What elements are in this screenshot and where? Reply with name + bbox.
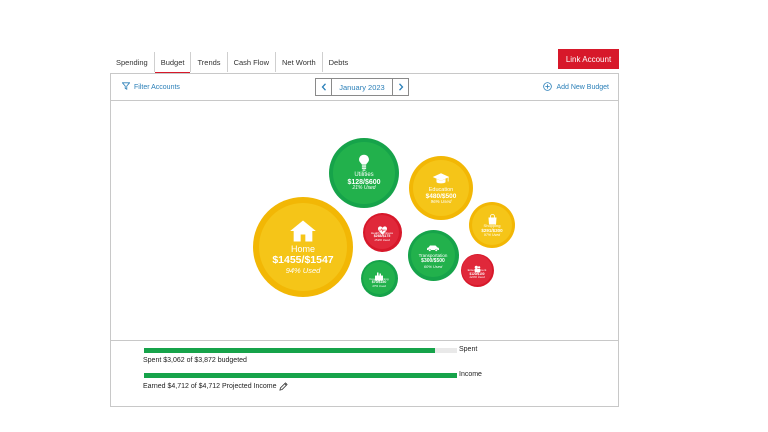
income-bar-label: Income: [459, 371, 482, 378]
income-progress-fill: [144, 373, 457, 378]
budget-bubble-inner: Entertainment $120/$100 120% Used: [462, 255, 492, 285]
spent-bar-label: Spent: [459, 346, 478, 353]
chevron-right-icon: [398, 78, 404, 96]
budget-bubble-shopping[interactable]: Shopping $291/$300 97% Used: [469, 202, 515, 248]
budget-percent-used: 153% Used: [374, 237, 390, 242]
budget-bubble-education[interactable]: Education $480/$500 96% Used: [409, 156, 473, 220]
budget-bubble-health-and-fitness[interactable]: Health & Fitness $268/$175 153% Used: [362, 212, 402, 252]
food-dining-icon: [374, 268, 384, 281]
budget-percent-used: 120% Used: [469, 275, 485, 280]
budget-percent-used: 60% Used: [423, 263, 443, 269]
filter-accounts-label: Filter Accounts: [134, 83, 180, 91]
house-icon: [289, 219, 317, 243]
filter-accounts-link[interactable]: Filter Accounts: [121, 82, 180, 92]
budget-bubble-inner: Food & Dining $70/$150 47% Used: [362, 261, 396, 295]
nav-tabs: Spending Budget Trends Cash Flow Net Wor…: [110, 52, 355, 74]
budget-percent-used: 94% Used: [285, 265, 321, 275]
tab-budget[interactable]: Budget: [154, 52, 192, 74]
lightbulb-icon: [354, 154, 374, 171]
budget-bubble-utilities[interactable]: Utilities $128/$600 21% Used: [329, 138, 399, 208]
budget-category-name: Utilities: [354, 172, 374, 179]
tab-net-worth[interactable]: Net Worth: [276, 52, 323, 72]
budget-bubble-food-and-dining[interactable]: Food & Dining $70/$150 47% Used: [360, 259, 398, 297]
filter-icon: [121, 82, 131, 92]
graduation-cap-icon: [432, 171, 450, 186]
pencil-icon[interactable]: [279, 382, 289, 391]
budget-bubble-inner: Home $1455/$1547 94% Used: [259, 203, 347, 291]
tab-cash-flow[interactable]: Cash Flow: [228, 52, 276, 72]
tab-debts[interactable]: Debts: [323, 52, 355, 72]
income-summary: Earned $4,712 of $4,712 Projected Income: [143, 382, 289, 391]
car-icon: [426, 241, 440, 253]
budget-panel: Filter Accounts January 2023 Add New Bud…: [110, 73, 619, 407]
plus-circle-icon: [543, 82, 553, 93]
budget-percent-used: 96% Used: [430, 199, 452, 205]
budget-percent-used: 47% Used: [372, 283, 386, 288]
shopping-bag-icon: [486, 212, 499, 225]
month-selector: January 2023: [315, 78, 409, 96]
tab-trends[interactable]: Trends: [191, 52, 228, 72]
add-new-budget-link[interactable]: Add New Budget: [543, 82, 609, 93]
entertainment-icon: [473, 260, 482, 273]
previous-month-button[interactable]: [315, 78, 332, 96]
budget-bubble-inner: Transportation $300/$500 60% Used: [410, 232, 456, 278]
heart-pulse-icon: [377, 222, 388, 235]
budget-bubble-inner: Shopping $291/$300 97% Used: [471, 204, 513, 246]
budget-percent-used: 21% Used: [352, 185, 376, 192]
budget-bubble-entertainment[interactable]: Entertainment $120/$100 120% Used: [460, 253, 494, 287]
tab-spending[interactable]: Spending: [110, 52, 155, 72]
budget-bubble-inner: Education $480/$500 96% Used: [412, 159, 470, 217]
divider: [111, 340, 618, 341]
budget-bubble-inner: Health & Fitness $268/$175 153% Used: [364, 214, 400, 250]
next-month-button[interactable]: [392, 78, 409, 96]
budget-bubble-home[interactable]: Home $1455/$1547 94% Used: [253, 197, 353, 297]
link-account-button[interactable]: Link Account: [558, 49, 619, 69]
spent-summary-text: Spent $3,062 of $3,872 budgeted: [143, 357, 247, 364]
budget-toolbar: Filter Accounts January 2023 Add New Bud…: [111, 74, 618, 101]
budget-bubble-inner: Utilities $128/$600 21% Used: [333, 142, 395, 204]
spent-summary: Spent $3,062 of $3,872 budgeted: [143, 357, 247, 364]
budget-bubble-transportation[interactable]: Transportation $300/$500 60% Used: [407, 229, 459, 281]
spent-progress-bar: [144, 348, 457, 353]
budget-amount: $1455/$1547: [272, 254, 334, 267]
current-month: January 2023: [332, 78, 392, 96]
chevron-left-icon: [321, 78, 327, 96]
budget-percent-used: 97% Used: [483, 232, 501, 237]
spent-progress-fill: [144, 348, 436, 353]
income-summary-text: Earned $4,712 of $4,712 Projected Income: [143, 383, 277, 390]
income-progress-bar: [144, 373, 457, 378]
add-new-budget-label: Add New Budget: [556, 84, 609, 91]
budget-bubbles: Home $1455/$1547 94% Used Utilities $128/$60…: [111, 102, 618, 340]
